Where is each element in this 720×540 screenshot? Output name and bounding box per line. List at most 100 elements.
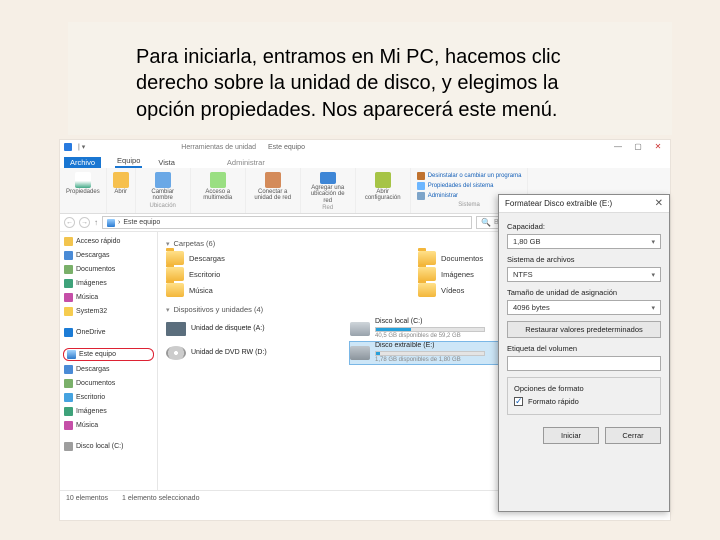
dialog-title-bar: Formatear Disco extraíble (E:) ✕	[499, 195, 669, 213]
checkbox-formato-rapido[interactable]: Formato rápido	[514, 397, 654, 406]
app-icon	[64, 143, 72, 151]
sidebar-musica-2[interactable]: Música	[63, 420, 154, 431]
drive-floppy-a[interactable]: Unidad de disquete (A:)	[166, 318, 336, 339]
sysprops-icon	[417, 182, 425, 190]
restore-defaults-button[interactable]: Restaurar valores predeterminados	[507, 321, 661, 338]
window-title: | ▾	[78, 143, 85, 151]
sidebar-imagenes-2[interactable]: Imágenes	[63, 406, 154, 417]
hdd-icon	[64, 442, 73, 451]
ribbon-desinstalar[interactable]: Desinstalar o cambiar un programa	[417, 172, 522, 180]
floppy-icon	[166, 322, 186, 336]
ribbon-prop-sistema[interactable]: Propiedades del sistema	[417, 182, 494, 190]
label-capacidad: Capacidad:	[507, 222, 661, 231]
contextual-tools-label: Herramientas de unidad	[181, 144, 256, 151]
music-icon	[64, 421, 73, 430]
folder-icon	[166, 267, 184, 281]
dialog-title: Formatear Disco extraíble (E:)	[505, 199, 612, 208]
images-icon	[64, 407, 73, 416]
folder-musica[interactable]: Música	[166, 283, 410, 297]
sidebar-escritorio[interactable]: Escritorio	[63, 392, 154, 403]
folder-icon	[64, 307, 73, 316]
sidebar-disco-c[interactable]: Disco local (C:)	[63, 441, 154, 452]
capacity-bar	[375, 351, 485, 356]
label-etiqueta: Etiqueta del volumen	[507, 344, 661, 353]
sidebar-acceso-rapido[interactable]: Acceso rápido	[63, 236, 154, 247]
folder-icon	[166, 283, 184, 297]
select-sistema[interactable]: NTFS▾	[507, 267, 661, 282]
sidebar-documentos-2[interactable]: Documentos	[63, 378, 154, 389]
ribbon-abrir[interactable]: Abrir	[107, 168, 136, 213]
folder-descargas[interactable]: Descargas	[166, 251, 410, 265]
ribbon-administrar[interactable]: Administrar	[417, 192, 458, 200]
music-icon	[64, 293, 73, 302]
rename-icon	[155, 172, 171, 188]
nav-back-button[interactable]: ←	[64, 217, 75, 228]
desktop-icon	[64, 393, 73, 402]
chevron-down-icon: ▾	[166, 306, 170, 314]
drive-local-c[interactable]: Disco local (C:) 40,5 GB disponibles de …	[350, 318, 520, 339]
sidebar-descargas-2[interactable]: Descargas	[63, 364, 154, 375]
ribbon-cambiar-nombre[interactable]: Cambiar nombreUbicación	[136, 168, 191, 213]
maximize-button[interactable]: ▢	[630, 142, 646, 152]
ribbon-conectar-red[interactable]: Conectar a unidad de red	[246, 168, 301, 213]
chevron-down-icon: ▾	[651, 304, 655, 312]
dialog-close-button[interactable]: ✕	[655, 198, 663, 209]
folder-escritorio[interactable]: Escritorio	[166, 267, 410, 281]
documents-icon	[64, 379, 73, 388]
input-etiqueta[interactable]	[507, 356, 661, 371]
checkbox-icon	[514, 397, 523, 406]
tab-vista[interactable]: Vista	[156, 157, 177, 168]
select-unidad[interactable]: 4096 bytes▾	[507, 300, 661, 315]
chevron-down-icon: ▾	[651, 271, 655, 279]
close-button[interactable]: ✕	[650, 142, 666, 152]
add-location-icon	[320, 172, 336, 184]
label-sistema: Sistema de archivos	[507, 255, 661, 264]
drive-dvd-d[interactable]: Unidad de DVD RW (D:)	[166, 342, 336, 363]
search-icon: 🔍	[481, 218, 491, 227]
sidebar-imagenes[interactable]: Imágenes	[63, 278, 154, 289]
status-selected: 1 elemento seleccionado	[122, 495, 199, 502]
sidebar-descargas[interactable]: Descargas	[63, 250, 154, 261]
sidebar-system32[interactable]: System32	[63, 306, 154, 317]
ribbon-propiedades[interactable]: Propiedades	[60, 168, 107, 213]
sidebar-este-equipo[interactable]: Este equipo	[63, 348, 154, 361]
label-opciones: Opciones de formato	[514, 384, 654, 393]
ribbon-acceso-multimedia[interactable]: Acceso a multimedia	[191, 168, 246, 213]
instruction-text: Para iniciarla, entramos en Mi PC, hacem…	[68, 22, 672, 135]
documents-icon	[64, 265, 73, 274]
tab-administrar[interactable]: Administrar	[225, 157, 267, 168]
manage-icon	[417, 192, 425, 200]
iniciar-button[interactable]: Iniciar	[543, 427, 599, 444]
uninstall-icon	[417, 172, 425, 180]
sidebar-documentos[interactable]: Documentos	[63, 264, 154, 275]
folder-icon	[418, 283, 436, 297]
pc-icon	[67, 350, 76, 359]
tab-equipo[interactable]: Equipo	[115, 155, 142, 168]
folder-icon	[418, 251, 436, 265]
open-icon	[113, 172, 129, 188]
sidebar-musica[interactable]: Música	[63, 292, 154, 303]
cerrar-button[interactable]: Cerrar	[605, 427, 661, 444]
ribbon-agregar-ubicacion[interactable]: Agregar una ubicación de redRed	[301, 168, 356, 213]
ribbon-abrir-config[interactable]: Abrir configuración	[356, 168, 411, 213]
nav-up-icon[interactable]: ↑	[94, 218, 98, 227]
media-icon	[210, 172, 226, 188]
select-capacidad[interactable]: 1,80 GB▾	[507, 234, 661, 249]
downloads-icon	[64, 251, 73, 260]
minimize-button[interactable]: —	[610, 142, 626, 152]
capacity-bar	[375, 327, 485, 332]
properties-icon	[75, 172, 91, 188]
tab-archivo[interactable]: Archivo	[64, 157, 101, 168]
folder-icon	[166, 251, 184, 265]
hdd-icon	[350, 322, 370, 336]
ribbon-tabs: Archivo Equipo Vista Administrar	[60, 154, 670, 168]
usb-icon	[350, 346, 370, 360]
pc-icon	[107, 219, 115, 227]
drive-removable-e[interactable]: Disco extraíble (E:) 1,78 GB disponibles…	[350, 342, 520, 363]
chevron-down-icon: ▾	[651, 238, 655, 246]
star-icon	[64, 237, 73, 246]
breadcrumb[interactable]: › Este equipo	[102, 216, 472, 229]
sidebar-onedrive[interactable]: OneDrive	[63, 327, 154, 338]
dvd-icon	[166, 346, 186, 360]
nav-forward-button[interactable]: →	[79, 217, 90, 228]
